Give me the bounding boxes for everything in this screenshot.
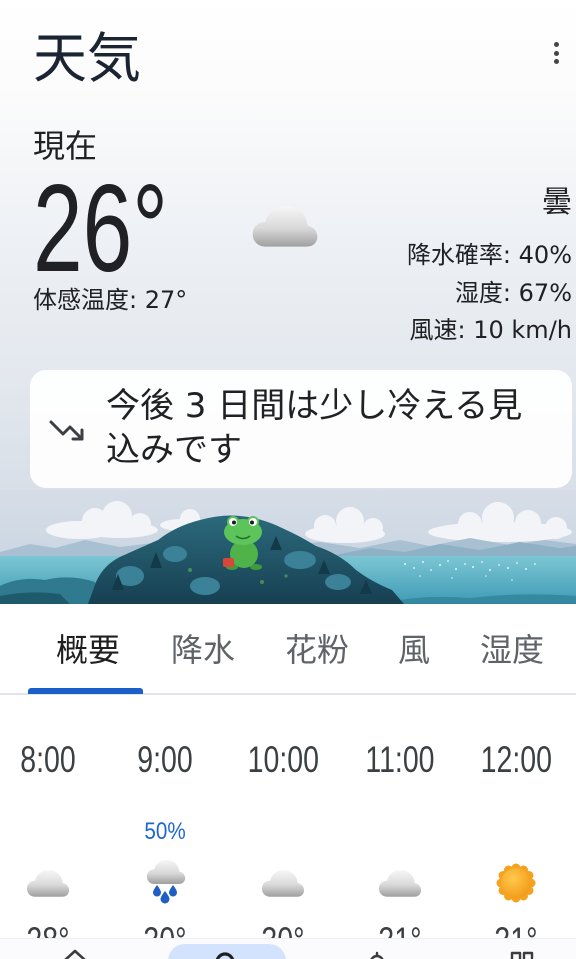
current-temperature: 26° <box>33 160 169 298</box>
hourly-temp: 30° <box>261 921 304 939</box>
hourly-temp: 31° <box>494 921 537 939</box>
hourly-precip: 50% <box>144 818 186 845</box>
nav-item-more[interactable] <box>466 939 576 959</box>
hourly-item[interactable]: 8:00 28° <box>0 695 96 939</box>
hourly-item[interactable]: 10:00 30° <box>235 695 331 939</box>
hourly-precip-wrap <box>468 816 564 848</box>
sun-icon <box>496 863 536 903</box>
search-icon <box>215 952 235 959</box>
menu-dot <box>554 59 559 64</box>
menu-dot <box>554 50 559 56</box>
hourly-time: 11:00 <box>365 739 435 780</box>
bell-icon <box>370 951 384 959</box>
hourly-item[interactable]: 12:00 31° <box>468 695 564 939</box>
hourly-precip-wrap <box>0 816 96 848</box>
hourly-time-wrap: 9:00 <box>117 740 213 780</box>
hourly-temp: 28° <box>26 921 69 939</box>
tab-wind[interactable]: 風 <box>378 626 450 674</box>
home-icon <box>64 949 86 959</box>
cloud-icon <box>378 870 422 897</box>
forecast-trend-card[interactable]: 今後 3 日間は少し冷える見込みです <box>30 370 572 488</box>
hourly-time-wrap: 10:00 <box>235 740 331 780</box>
tab-pollen[interactable]: 花粉 <box>262 626 372 674</box>
hourly-precip-wrap: 50% <box>117 816 213 848</box>
hourly-temp-wrap: 30° <box>235 921 331 939</box>
hourly-item[interactable]: 11:00 31° <box>352 695 448 939</box>
selected-tab-indicator <box>28 688 143 694</box>
hourly-time: 12:00 <box>480 739 552 780</box>
rain-cloud-icon <box>146 859 186 904</box>
wind-speed: 風速: 10 km/h <box>409 316 572 344</box>
hourly-temp-wrap: 28° <box>0 921 96 939</box>
tab-humidity[interactable]: 湿度 <box>455 626 569 674</box>
feels-like-temperature: 体感温度: 27° <box>33 286 188 314</box>
weather-screen: 天気 現在 26° 体感温度: 27° 曇 降水確率: 40% 湿度: 67% … <box>0 0 576 959</box>
trending-down-icon <box>49 420 84 441</box>
more-vert-icon[interactable] <box>544 32 570 74</box>
hourly-temp-wrap: 30° <box>117 921 213 939</box>
hourly-forecast: 8:00 28° 9:00 50% 30° 10:00 30° 11:00 <box>0 695 576 938</box>
humidity-value: 湿度: 67% <box>454 279 572 307</box>
nav-item-notifications[interactable] <box>322 939 432 959</box>
hourly-precip-wrap <box>235 816 331 848</box>
hourly-temp: 31° <box>378 921 421 939</box>
cloud-icon <box>261 870 305 897</box>
hourly-precip-wrap <box>352 816 448 848</box>
menu-dot <box>554 42 559 47</box>
hourly-time: 8:00 <box>20 739 76 780</box>
weather-scene-illustration <box>0 490 576 604</box>
tab-overview[interactable]: 概要 <box>28 626 148 674</box>
hourly-time: 10:00 <box>247 739 319 780</box>
nav-item-home[interactable] <box>20 939 130 959</box>
hourly-time-wrap: 11:00 <box>352 740 448 780</box>
condition-text: 曇 <box>542 185 572 220</box>
tab-precipitation[interactable]: 降水 <box>148 626 258 674</box>
hourly-temp-wrap: 31° <box>352 921 448 939</box>
nav-item-search[interactable] <box>160 939 294 959</box>
cloud-icon <box>26 870 70 897</box>
bottom-navigation <box>0 938 576 959</box>
hourly-time-wrap: 8:00 <box>0 740 96 780</box>
cloud-icon <box>252 205 318 247</box>
forecast-trend-text: 今後 3 日間は少し冷える見込みです <box>106 386 523 470</box>
hourly-item[interactable]: 9:00 50% 30° <box>117 695 213 939</box>
more-icon <box>510 951 534 959</box>
page-title: 天気 <box>33 27 141 90</box>
hourly-temp-wrap: 31° <box>468 921 564 939</box>
hourly-temp: 30° <box>143 921 186 939</box>
precip-probability: 降水確率: 40% <box>406 241 572 269</box>
hourly-time: 9:00 <box>137 739 193 780</box>
detail-tabs: 概要 降水 花粉 風 湿度 <box>0 604 576 695</box>
hourly-time-wrap: 12:00 <box>468 740 564 780</box>
